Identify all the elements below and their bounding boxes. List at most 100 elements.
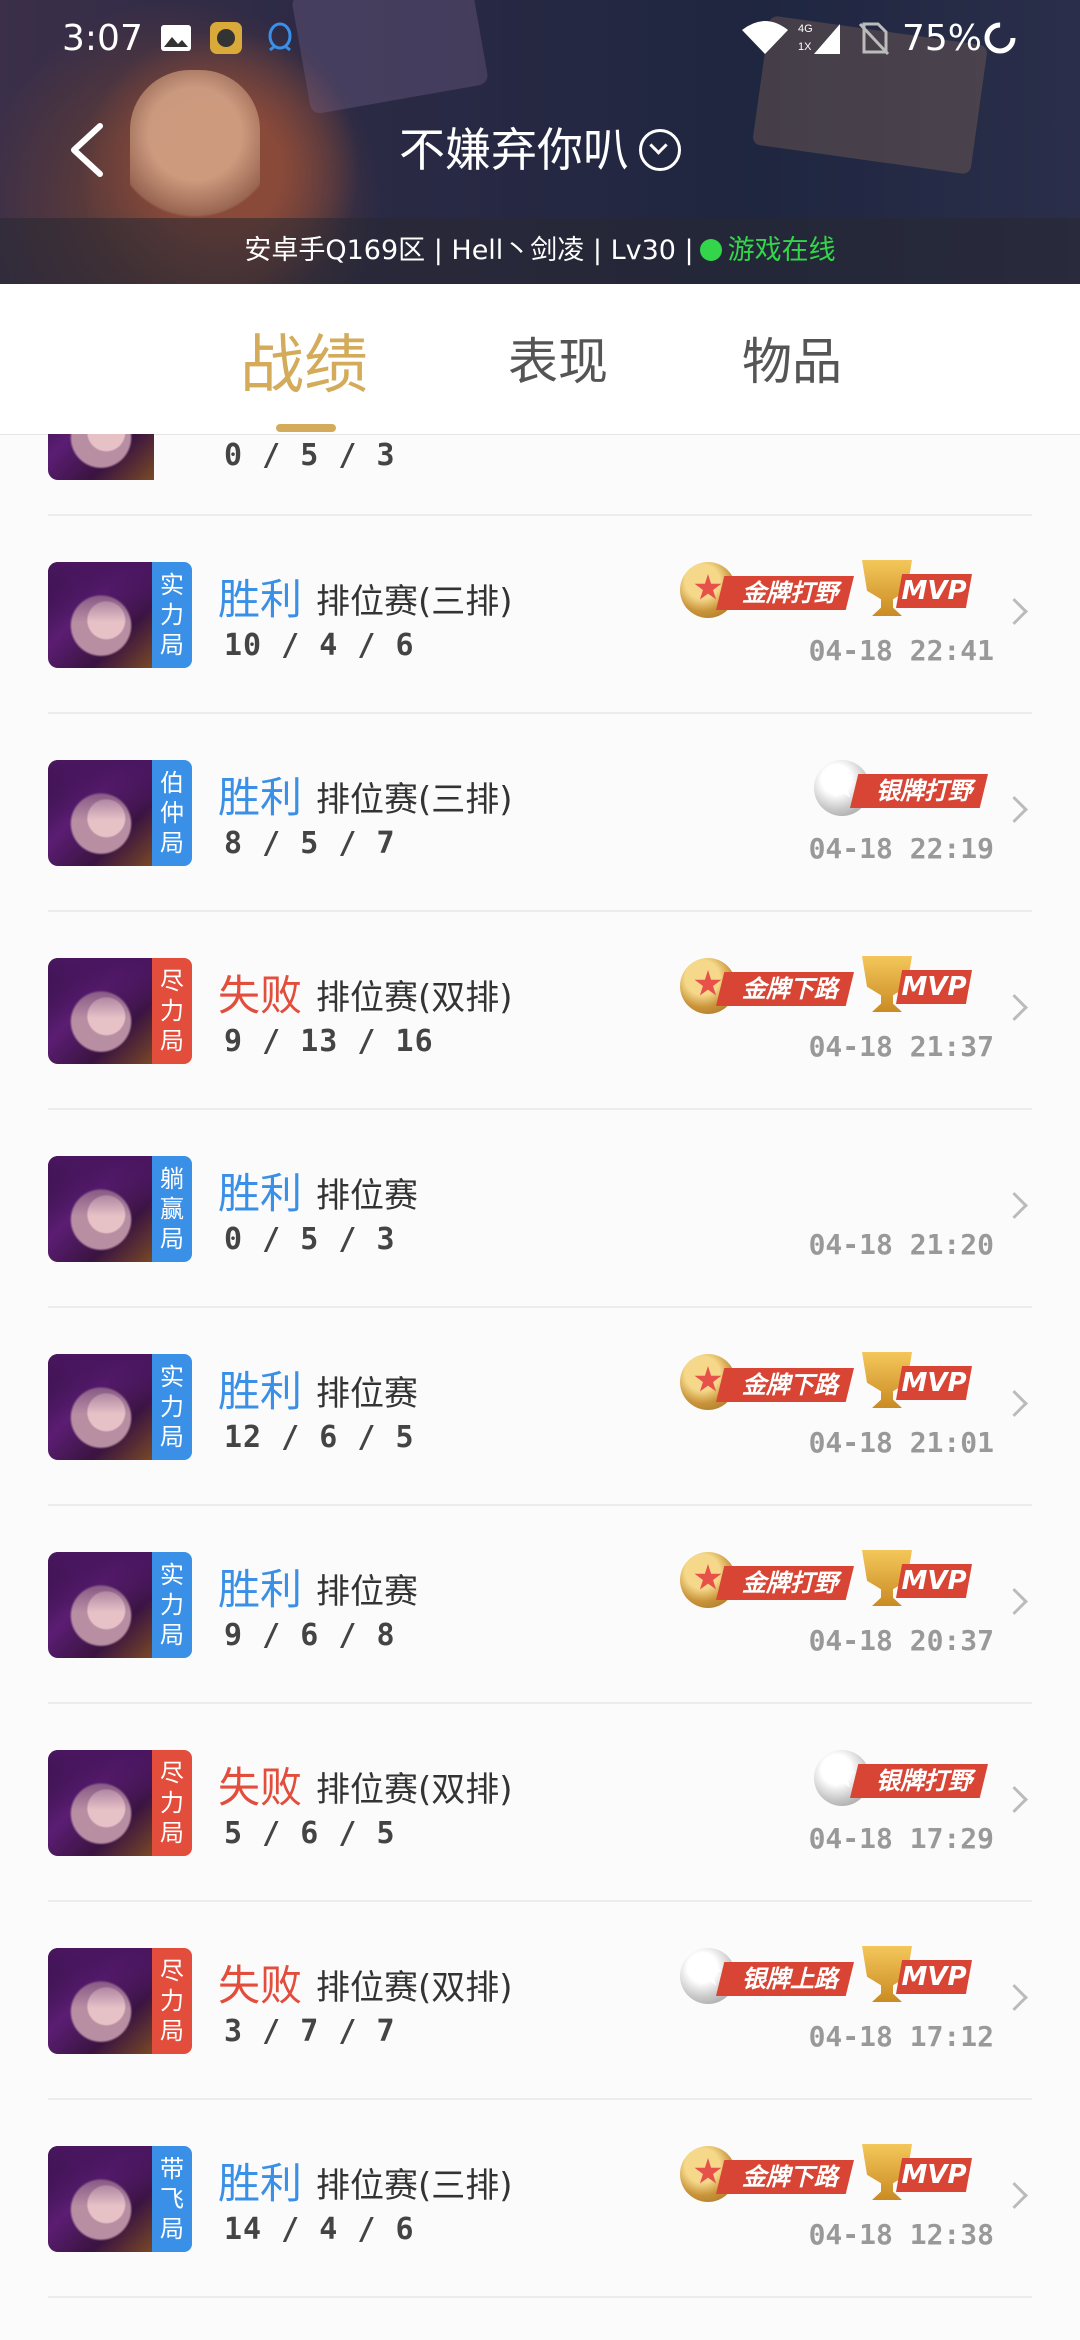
tag-char: 力	[160, 1591, 184, 1619]
tag-char: 尽	[160, 1957, 184, 1985]
match-kda: 8 / 5 / 7	[224, 826, 396, 861]
match-row[interactable]: 尽力局失败 排位赛(双排) 3 / 7 / 7 银牌上路 MVP 04-18 17:12	[0, 1902, 1080, 2100]
mvp-label: MVP	[896, 574, 972, 608]
tag-char: 局	[160, 1819, 184, 1847]
match-kda: 10 / 4 / 6	[224, 628, 415, 663]
mvp-badge: MVP	[862, 1550, 990, 1610]
match-time: 04-18 12:38	[808, 2218, 994, 2251]
qq-icon	[268, 22, 292, 52]
mvp-label: MVP	[896, 1564, 972, 1598]
match-result: 胜利	[218, 1169, 303, 1218]
match-kda: 0 / 5 / 3	[224, 1222, 396, 1257]
match-row[interactable]: 实力局胜利 排位赛(三排) 10 / 4 / 6 金牌打野 MVP 04-18 22:41	[0, 516, 1080, 714]
tag-char: 仲	[160, 799, 184, 827]
match-result: 胜利	[218, 2159, 303, 2208]
tag-char: 飞	[160, 2185, 184, 2213]
hero-avatar	[48, 1750, 154, 1856]
mvp-badge: MVP	[862, 2144, 990, 2204]
tag-char: 躺	[160, 1165, 184, 1193]
player-name-dropdown[interactable]: 不嫌弃你叭	[0, 120, 1080, 180]
match-result: 失败	[218, 1763, 303, 1812]
match-mode: 排位赛(三排)	[316, 780, 513, 820]
medal-label: 金牌打野	[716, 576, 854, 610]
match-quality-tag: 实力局	[152, 1552, 192, 1658]
match-row[interactable]: 实力局胜利 排位赛 9 / 6 / 8 金牌打野 MVP 04-18 20:37	[0, 1506, 1080, 1704]
tag-char: 实	[160, 571, 184, 599]
match-mode: 排位赛(双排)	[316, 978, 513, 1018]
match-quality-tag: 实力局	[152, 1354, 192, 1460]
chevron-right-icon	[1001, 598, 1028, 625]
tag-char: 实	[160, 1363, 184, 1391]
mvp-badge: MVP	[862, 560, 990, 620]
tag-char: 力	[160, 1789, 184, 1817]
match-row[interactable]: 实力局胜利 排位赛 12 / 6 / 5 金牌下路 MVP 04-18 21:01	[0, 1308, 1080, 1506]
tab-bar: 战绩 表现 物品	[0, 284, 1080, 435]
match-time: 04-18 21:20	[808, 1228, 994, 1261]
hero-avatar	[48, 760, 154, 866]
game-app-icon	[210, 22, 242, 54]
mvp-badge: MVP	[862, 956, 990, 1016]
gallery-icon	[161, 25, 191, 51]
match-quality-tag: 伯仲局	[152, 760, 192, 866]
match-kda: 12 / 6 / 5	[224, 1420, 415, 1455]
match-mode: 排位赛(双排)	[316, 1770, 513, 1810]
medal-label: 金牌下路	[716, 1368, 854, 1402]
medal-label: 金牌下路	[716, 972, 854, 1006]
chevron-down-icon	[639, 128, 681, 171]
signal-icon: 4G 1X	[798, 23, 840, 54]
svg-text:1X: 1X	[798, 41, 812, 53]
match-kda: 9 / 13 / 16	[224, 1024, 434, 1059]
match-quality-tag: 实力局	[152, 562, 192, 668]
match-row[interactable]: 伯仲局胜利 排位赛(三排) 8 / 5 / 7 银牌打野 04-18 22:19	[0, 714, 1080, 912]
tag-char: 力	[160, 997, 184, 1025]
match-mode: 排位赛(三排)	[316, 2166, 513, 2206]
match-time: 04-18 21:01	[808, 1426, 994, 1459]
hero-avatar	[48, 1354, 154, 1460]
profile-header: 3:07 4G 1X 75% 不嫌弃你叭 安卓手Q169区 | Hell丶剑凌 |…	[0, 0, 1080, 284]
hero-avatar	[48, 1156, 154, 1262]
mvp-label: MVP	[896, 2158, 972, 2192]
match-row[interactable]: 尽力局失败 排位赛(双排) 5 / 6 / 5 银牌打野 04-18 17:29	[0, 1704, 1080, 1902]
tag-char: 局	[160, 1225, 184, 1253]
status-bar: 3:07 4G 1X 75%	[0, 0, 1080, 80]
medal-label: 银牌上路	[716, 1962, 854, 1996]
tab-items[interactable]: 物品	[742, 322, 842, 394]
medal-label: 银牌打野	[850, 774, 988, 808]
tag-char: 尽	[160, 1759, 184, 1787]
match-row[interactable]: 躺赢局胜利 排位赛 0 / 5 / 3 04-18 21:20	[0, 1110, 1080, 1308]
mvp-badge: MVP	[862, 1946, 990, 2006]
match-row-partial[interactable]: 0 / 5 / 3	[0, 434, 1080, 516]
tag-char: 实	[160, 1561, 184, 1589]
match-time: 04-18 21:37	[808, 1030, 994, 1063]
player-info-bar: 安卓手Q169区 | Hell丶剑凌 | Lv30 | 游戏在线	[0, 218, 1080, 284]
match-quality-tag: 尽力局	[152, 1750, 192, 1856]
match-row[interactable]: 带飞局胜利 排位赛(三排) 14 / 4 / 6 金牌下路 MVP 04-18 12:38	[0, 2100, 1080, 2298]
tab-performance[interactable]: 表现	[508, 322, 608, 394]
wifi-icon	[742, 21, 788, 54]
match-result: 失败	[218, 971, 303, 1020]
match-time: 04-18 22:19	[808, 832, 994, 865]
tag-char: 局	[160, 829, 184, 857]
match-mode: 排位赛	[316, 1572, 418, 1612]
match-result: 胜利	[218, 1367, 303, 1416]
match-quality-tag: 尽力局	[152, 1948, 192, 2054]
match-mode: 排位赛	[316, 1176, 418, 1216]
battery-icon	[984, 22, 1016, 54]
tag-char: 局	[160, 1027, 184, 1055]
chevron-right-icon	[1001, 994, 1028, 1021]
tab-battle-record[interactable]: 战绩	[240, 314, 368, 406]
match-row[interactable]: 尽力局 失败 排位赛(双排) 9 / 13 / 16 金牌下路 MVP 04-18 21:3…	[0, 912, 1080, 1110]
svg-text:4G: 4G	[798, 23, 813, 35]
mvp-label: MVP	[896, 970, 972, 1004]
match-result: 胜利	[218, 773, 303, 822]
match-result: 胜利	[218, 1565, 303, 1614]
online-status-dot	[699, 238, 722, 261]
mvp-label: MVP	[896, 1960, 972, 1994]
tag-char: 尽	[160, 967, 184, 995]
match-time: 04-18 20:37	[808, 1624, 994, 1657]
status-time: 3:07	[62, 18, 143, 59]
chevron-right-icon	[1001, 2182, 1028, 2209]
hero-avatar	[48, 1948, 154, 2054]
mvp-badge: MVP	[862, 1352, 990, 1412]
tag-char: 伯	[160, 769, 184, 797]
